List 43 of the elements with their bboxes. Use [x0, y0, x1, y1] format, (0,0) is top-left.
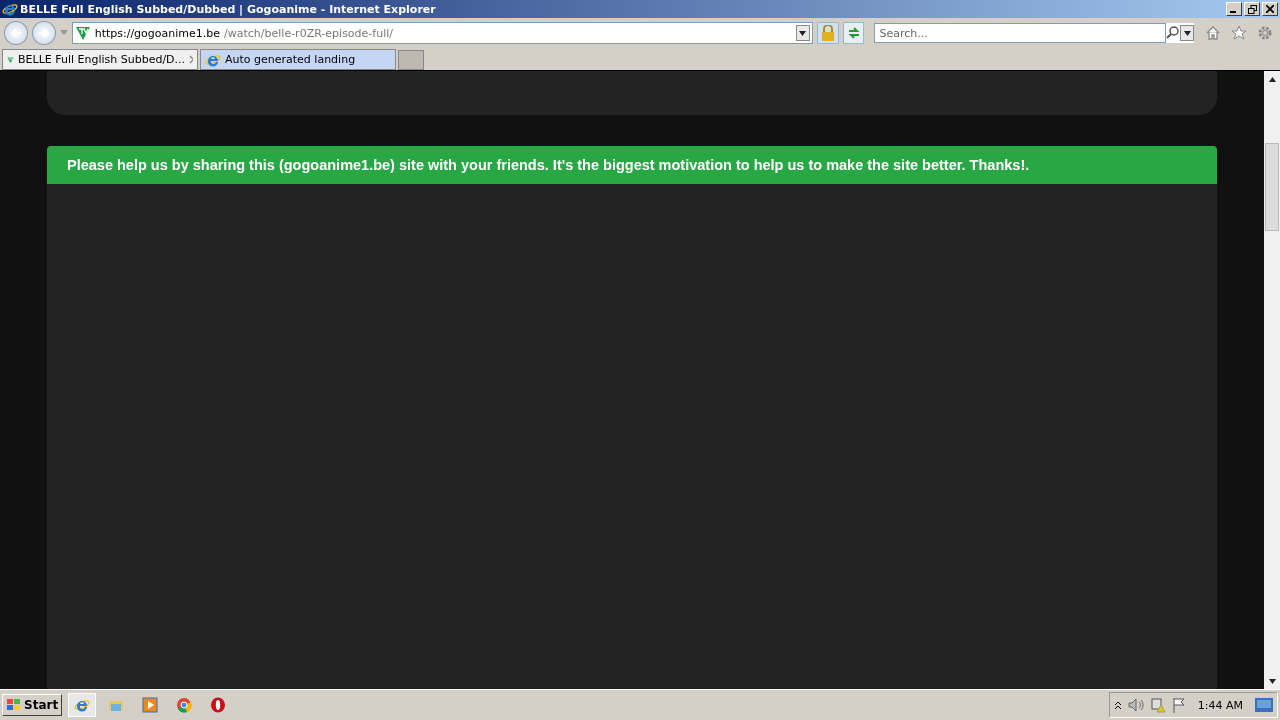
flag-icon[interactable] [1171, 697, 1186, 713]
minimize-button[interactable] [1226, 2, 1242, 16]
search-field[interactable]: Search... [874, 23, 1167, 43]
restore-icon [1247, 4, 1257, 14]
padlock-icon [820, 25, 835, 41]
refresh-icon [846, 26, 861, 40]
show-desktop-icon[interactable] [1255, 698, 1273, 712]
ie-taskbar-icon[interactable] [68, 693, 97, 717]
back-button[interactable] [4, 21, 28, 45]
clock: 1:44 AM [1197, 698, 1243, 712]
right-arrow-icon [37, 27, 50, 39]
restore-button[interactable] [1244, 2, 1260, 16]
browser-tab[interactable]: BELLE Full English Subbed/D... [2, 49, 198, 70]
window-title: BELLE Full English Subbed/Dubbed | Gogoanime - Internet Explorer [20, 2, 437, 16]
windows-logo-icon [6, 698, 22, 712]
chevron-up-icon[interactable] [1113, 700, 1122, 710]
down-arrow-icon [1183, 30, 1191, 36]
new-tab-button[interactable] [398, 50, 424, 70]
shield-logo-icon [74, 25, 91, 41]
caret-icon[interactable] [59, 30, 68, 36]
browser-tab[interactable]: Auto generated landing [200, 49, 396, 70]
scrollbar[interactable] [1264, 71, 1280, 689]
share-banner: Please help us by sharing this (gogoanime1.be) site with your friends. It's the biggest motivation to help us to make the site better. Thanks!. [47, 146, 1217, 184]
down-arrow-icon [1268, 679, 1276, 684]
search-icon[interactable] [1166, 26, 1181, 40]
lock-button[interactable] [816, 22, 839, 44]
left-arrow-icon [9, 27, 22, 39]
scrollbar-thumb[interactable] [1265, 143, 1279, 231]
start-button[interactable]: Start [2, 694, 63, 716]
address-field[interactable]: https://gogoanime1.be /watch/belle-r0ZR-episode-full/ [71, 22, 813, 44]
refresh-button[interactable] [842, 22, 865, 44]
ie-logo-icon [74, 697, 91, 713]
search-dropdown-button[interactable] [1180, 25, 1195, 41]
ie-logo-icon [2, 1, 18, 17]
url-path: /watch/belle-r0ZR-episode-full/ [224, 26, 394, 40]
forward-button[interactable] [31, 21, 56, 45]
down-arrow-icon [799, 30, 807, 36]
address-dropdown-button[interactable] [795, 25, 810, 41]
up-arrow-icon [1268, 77, 1276, 82]
speaker-icon[interactable] [1127, 698, 1144, 712]
close-button[interactable] [1262, 2, 1278, 16]
url-host: https://gogoanime1.be [94, 26, 221, 40]
network-warning-icon[interactable] [1149, 697, 1166, 713]
